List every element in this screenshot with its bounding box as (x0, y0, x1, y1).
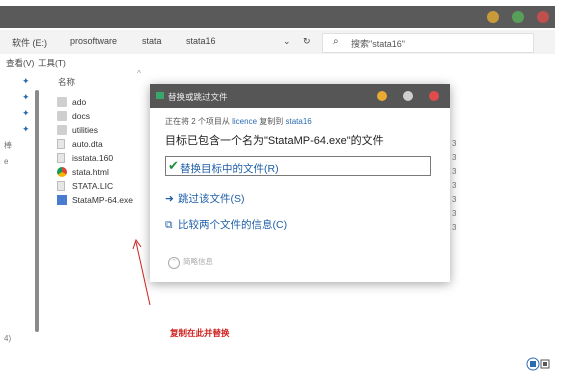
annotation-arrow (132, 238, 151, 306)
annotation-text: 复制在此并替换 (170, 328, 230, 338)
view-toggle[interactable] (526, 357, 550, 376)
